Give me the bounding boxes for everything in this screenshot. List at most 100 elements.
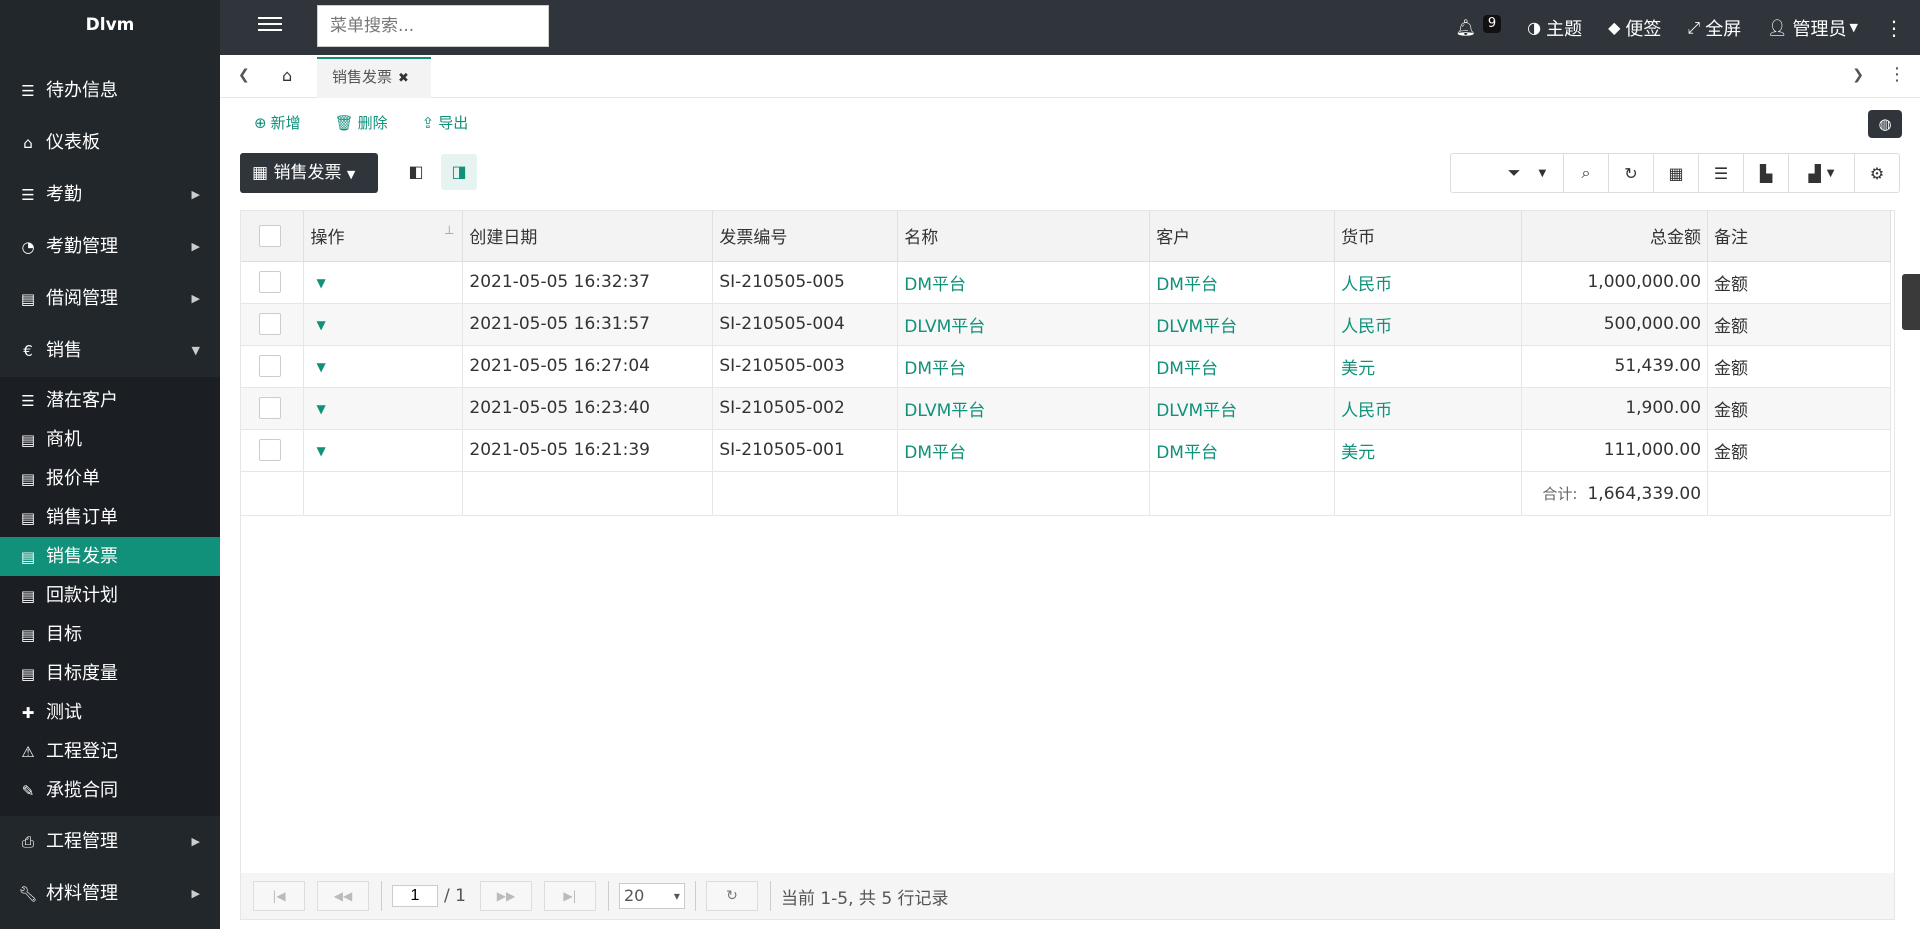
cell-name[interactable]: DM平台 bbox=[897, 429, 1151, 472]
card-view-button[interactable]: ▙ bbox=[1743, 154, 1788, 192]
table-row[interactable]: ▼ 2021-05-05 16:32:37 SI-210505-005 DM平台… bbox=[241, 261, 1891, 304]
cell-name[interactable]: DLVM平台 bbox=[897, 387, 1151, 430]
first-page-button[interactable]: |◀ bbox=[253, 881, 305, 911]
cell-currency[interactable]: 人民币 bbox=[1334, 261, 1523, 304]
sidebar-item-project-registration[interactable]: ⚠ 工程登记 bbox=[0, 732, 220, 771]
select-all-checkbox[interactable] bbox=[259, 224, 281, 247]
cell-name[interactable]: DLVM平台 bbox=[897, 303, 1151, 346]
row-checkbox[interactable] bbox=[259, 397, 281, 419]
table-row[interactable]: ▼ 2021-05-05 16:27:04 SI-210505-003 DM平台… bbox=[241, 345, 1891, 388]
settings-button[interactable]: ⚙ bbox=[1854, 154, 1899, 192]
tab-sales-invoices[interactable]: 销售发票 ✖ bbox=[317, 57, 431, 98]
row-actions-dropdown-icon[interactable]: ▼ bbox=[316, 276, 325, 290]
layout-mode-2-icon[interactable]: ◨ bbox=[441, 154, 477, 190]
row-actions-dropdown-icon[interactable]: ▼ bbox=[316, 402, 325, 416]
delete-button[interactable]: 🗑︎ 删除 bbox=[335, 112, 388, 133]
sidebar-item-sales-invoices[interactable]: ▤ 销售发票 bbox=[0, 537, 220, 576]
row-checkbox[interactable] bbox=[259, 313, 281, 335]
cell-customer[interactable]: DM平台 bbox=[1149, 345, 1336, 388]
close-icon[interactable]: ✖ bbox=[398, 71, 409, 86]
side-scroll-handle[interactable] bbox=[1902, 274, 1920, 330]
theme-button[interactable]: ◑ 主题 bbox=[1527, 15, 1582, 41]
sidebar-item-quotes[interactable]: ▤ 报价单 bbox=[0, 459, 220, 498]
column-header[interactable]: 发票编号 bbox=[712, 211, 899, 262]
column-header[interactable]: 货币 bbox=[1334, 211, 1523, 262]
list-view-button[interactable]: ☰ bbox=[1698, 154, 1743, 192]
table-row[interactable]: ▼ 2021-05-05 16:31:57 SI-210505-004 DLVM… bbox=[241, 303, 1891, 346]
search-button[interactable]: ⌕ bbox=[1563, 154, 1608, 192]
column-header[interactable]: 备注 bbox=[1707, 211, 1891, 262]
table-row[interactable]: ▼ 2021-05-05 16:23:40 SI-210505-002 DLVM… bbox=[241, 387, 1891, 430]
next-page-button[interactable]: ▶▶ bbox=[479, 881, 532, 911]
sidebar-item-leads[interactable]: ☰ 潜在客户 bbox=[0, 381, 220, 420]
page-number-input[interactable] bbox=[392, 885, 438, 907]
tab-scroll-right-icon[interactable]: ❯ bbox=[1852, 67, 1864, 83]
sidebar-item-sales[interactable]: € 销售 ▼ bbox=[0, 325, 220, 377]
menu-search-input[interactable] bbox=[317, 5, 549, 47]
row-actions-dropdown-icon[interactable]: ▼ bbox=[316, 444, 325, 458]
sidebar-item-todo[interactable]: ☰ 待办信息 bbox=[0, 65, 220, 117]
cell-currency[interactable]: 人民币 bbox=[1334, 303, 1523, 346]
sidebar-item-dashboard[interactable]: ⌂ 仪表板 bbox=[0, 117, 220, 169]
column-header[interactable]: 名称 bbox=[897, 211, 1151, 262]
sidebar-item-targets[interactable]: ▤ 目标 bbox=[0, 615, 220, 654]
filter-button[interactable]: ⏷ ▼ bbox=[1451, 154, 1563, 192]
globe-icon[interactable]: ◍ bbox=[1868, 110, 1902, 138]
cell-customer[interactable]: DM平台 bbox=[1149, 261, 1336, 304]
column-header[interactable]: 操作 ⊥ bbox=[303, 211, 464, 262]
cell-name[interactable]: DM平台 bbox=[897, 261, 1151, 304]
view-selector-button[interactable]: ▦ 销售发票 ▼ bbox=[240, 153, 378, 193]
table-row[interactable]: ▼ 2021-05-05 16:21:39 SI-210505-001 DM平台… bbox=[241, 429, 1891, 472]
fullscreen-button[interactable]: ⤢ 全屏 bbox=[1687, 15, 1741, 41]
sidebar-item-test[interactable]: ✚ 测试 bbox=[0, 693, 220, 732]
sidebar-item-payment-plans[interactable]: ▤ 回款计划 bbox=[0, 576, 220, 615]
add-button[interactable]: ⊕ 新增 bbox=[254, 112, 301, 133]
sidebar-item-material-mgmt[interactable]: 🔧︎ 材料管理 ▶ bbox=[0, 868, 220, 920]
sidebar-item-borrow-mgmt[interactable]: ▤ 借阅管理 ▶ bbox=[0, 273, 220, 325]
column-header[interactable]: 创建日期 bbox=[462, 211, 714, 262]
notes-button[interactable]: ◆ 便签 bbox=[1608, 15, 1661, 41]
page-size-select[interactable]: 20 bbox=[618, 883, 685, 909]
cell-currency[interactable]: 美元 bbox=[1334, 345, 1523, 388]
layout-mode-1-icon[interactable]: ◧ bbox=[398, 154, 434, 190]
sidebar-item-attendance[interactable]: ☰ 考勤 ▶ bbox=[0, 169, 220, 221]
cell-customer[interactable]: DLVM平台 bbox=[1149, 303, 1336, 346]
sidebar-item-sales-orders[interactable]: ▤ 销售订单 bbox=[0, 498, 220, 537]
column-header[interactable]: 客户 bbox=[1149, 211, 1336, 262]
export-button[interactable]: ⇪ 导出 bbox=[422, 112, 469, 133]
row-checkbox[interactable] bbox=[259, 355, 281, 377]
row-checkbox[interactable] bbox=[259, 439, 281, 461]
sidebar-item-attendance-mgmt[interactable]: ◔ 考勤管理 ▶ bbox=[0, 221, 220, 273]
sidebar-item-contracts[interactable]: ✎ 承揽合同 bbox=[0, 771, 220, 810]
home-tab-icon[interactable]: ⌂ bbox=[282, 66, 292, 85]
brand-logo[interactable]: Dlvm bbox=[0, 0, 220, 53]
row-actions-dropdown-icon[interactable]: ▼ bbox=[316, 360, 325, 374]
tab-scroll-left-icon[interactable]: ❮ bbox=[238, 67, 250, 83]
notifications-button[interactable]: 🔔︎ 9 bbox=[1456, 14, 1502, 37]
row-checkbox[interactable] bbox=[259, 271, 281, 293]
cell-name[interactable]: DM平台 bbox=[897, 345, 1151, 388]
pin-icon[interactable]: ⊥ bbox=[444, 223, 454, 237]
calendar-button[interactable]: ▦ bbox=[1653, 154, 1698, 192]
menu-toggle-icon[interactable] bbox=[258, 13, 282, 37]
chart-button[interactable]: ▟ ▼ bbox=[1788, 154, 1854, 192]
row-actions-dropdown-icon[interactable]: ▼ bbox=[316, 318, 325, 332]
cell-customer[interactable]: DM平台 bbox=[1149, 429, 1336, 472]
cell-currency[interactable]: 美元 bbox=[1334, 429, 1523, 472]
sidebar-item-label: 借阅管理 bbox=[46, 288, 118, 309]
cell-customer[interactable]: DLVM平台 bbox=[1149, 387, 1336, 430]
refresh-button[interactable]: ↻ bbox=[1608, 154, 1653, 192]
tab-menu-icon[interactable]: ⋮ bbox=[1888, 64, 1906, 85]
sidebar-item-opportunities[interactable]: ▤ 商机 bbox=[0, 420, 220, 459]
reload-button[interactable]: ↻ bbox=[705, 881, 758, 911]
sidebar-item-target-metrics[interactable]: ▤ 目标度量 bbox=[0, 654, 220, 693]
cell-currency[interactable]: 人民币 bbox=[1334, 387, 1523, 430]
prev-page-button[interactable]: ◀◀ bbox=[317, 881, 369, 911]
admin-menu[interactable]: 👤︎ 管理员 ▼ bbox=[1767, 15, 1858, 41]
sidebar-item-label: 材料管理 bbox=[46, 883, 118, 904]
summary-empty-cell bbox=[712, 471, 899, 516]
column-header[interactable]: 总金额 bbox=[1521, 211, 1709, 262]
more-vertical-icon[interactable]: ⋮ bbox=[1884, 16, 1904, 40]
sidebar-item-project-mgmt[interactable]: ⎙ 工程管理 ▶ bbox=[0, 816, 220, 868]
last-page-button[interactable]: ▶| bbox=[543, 881, 596, 911]
